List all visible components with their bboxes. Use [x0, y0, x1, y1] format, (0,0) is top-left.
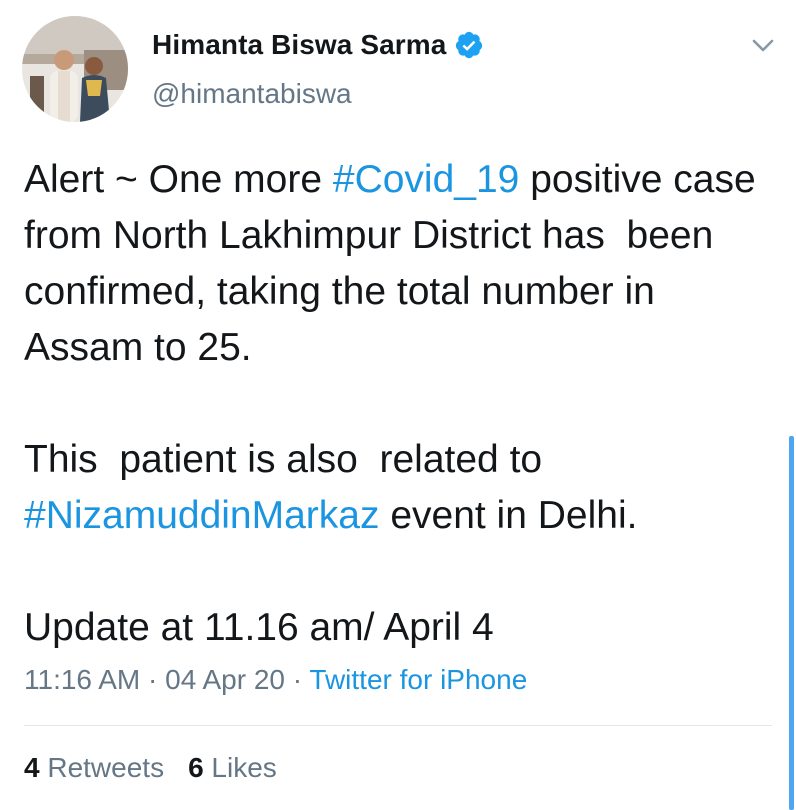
author-name-row[interactable]: Himanta Biswa Sarma: [152, 27, 484, 63]
text-segment: Alert ~ One more: [24, 158, 333, 201]
retweets-label: Retweets: [39, 752, 165, 783]
tweet-paragraph-2: This patient is also related to #Nizamud…: [24, 432, 764, 544]
chevron-down-icon[interactable]: [750, 34, 776, 56]
likes-label: Likes: [203, 752, 277, 783]
divider: [24, 725, 772, 726]
tweet-card: Himanta Biswa Sarma @himantabiswa Alert …: [0, 0, 796, 810]
hashtag-link-nizamuddin[interactable]: #NizamuddinMarkaz: [24, 494, 379, 537]
scrollbar[interactable]: [789, 436, 794, 810]
tweet-paragraph-3: Update at 11.16 am/ April 4: [24, 606, 494, 649]
tweet-source-link[interactable]: Twitter for iPhone: [309, 664, 527, 695]
avatar-photo: [22, 16, 128, 122]
avatar[interactable]: [22, 16, 128, 122]
tweet-stats: 4 Retweets 6 Likes: [24, 752, 277, 784]
text-segment: event in Delhi.: [379, 494, 638, 537]
separator: ·: [285, 664, 310, 695]
tweet-text: Alert ~ One more #Covid_19 positive case…: [24, 152, 764, 656]
verified-badge-icon: [456, 31, 483, 59]
text-segment: This patient is also related to: [24, 438, 553, 481]
tweet-metadata: 11:16 AM · 04 Apr 20 · Twitter for iPhon…: [24, 664, 527, 696]
retweets-stat[interactable]: 4 Retweets: [24, 752, 164, 783]
likes-stat[interactable]: 6 Likes: [188, 752, 277, 783]
separator: ·: [140, 664, 166, 695]
author-display-name[interactable]: Himanta Biswa Sarma: [152, 29, 446, 61]
tweet-paragraph-1: Alert ~ One more #Covid_19 positive case…: [24, 152, 764, 376]
hashtag-link-covid[interactable]: #Covid_19: [333, 158, 519, 201]
tweet-date[interactable]: 04 Apr 20: [165, 664, 285, 695]
likes-count: 6: [188, 752, 204, 783]
tweet-time[interactable]: 11:16 AM: [24, 664, 140, 695]
author-handle[interactable]: @himantabiswa: [152, 78, 352, 110]
retweets-count: 4: [24, 752, 40, 783]
